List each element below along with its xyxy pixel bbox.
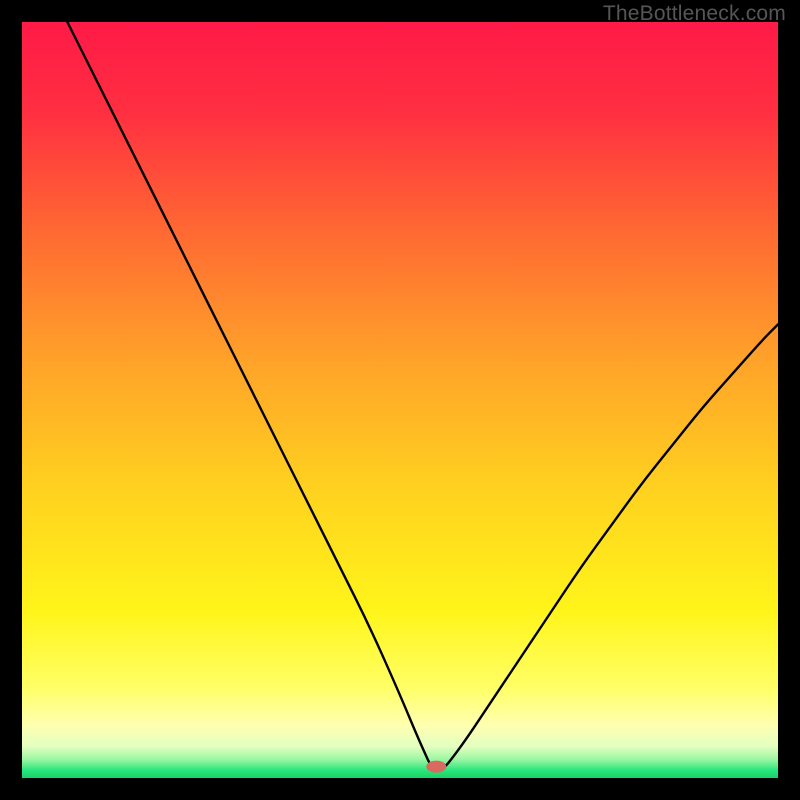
bottleneck-chart <box>22 22 778 778</box>
chart-area <box>22 22 778 778</box>
gradient-background <box>22 22 778 778</box>
minimum-marker <box>426 761 446 773</box>
outer-frame: TheBottleneck.com <box>0 0 800 800</box>
